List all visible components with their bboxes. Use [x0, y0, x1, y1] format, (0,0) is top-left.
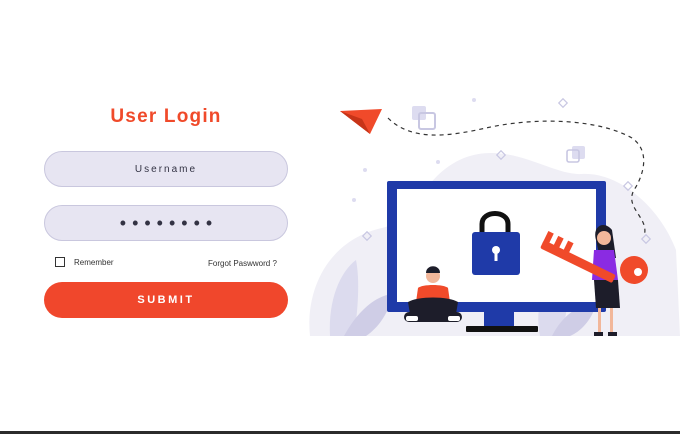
security-illustration: [309, 97, 680, 336]
submit-button[interactable]: SUBMIT: [44, 282, 288, 318]
remember-label: Remember: [74, 257, 114, 267]
password-mask: ••••••••: [119, 212, 219, 233]
paper-plane-icon: [340, 109, 382, 134]
username-field[interactable]: Username: [44, 151, 288, 187]
forgot-password-link[interactable]: Forgot Paswword ?: [208, 259, 277, 268]
page-title: User Login: [110, 106, 222, 127]
checkbox-icon[interactable]: [55, 257, 65, 267]
password-field[interactable]: ••••••••: [44, 205, 288, 241]
remember-option[interactable]: Remember: [55, 257, 114, 267]
login-form: User Login Username •••••••• Remember Fo…: [0, 0, 330, 434]
username-placeholder: Username: [134, 163, 198, 175]
